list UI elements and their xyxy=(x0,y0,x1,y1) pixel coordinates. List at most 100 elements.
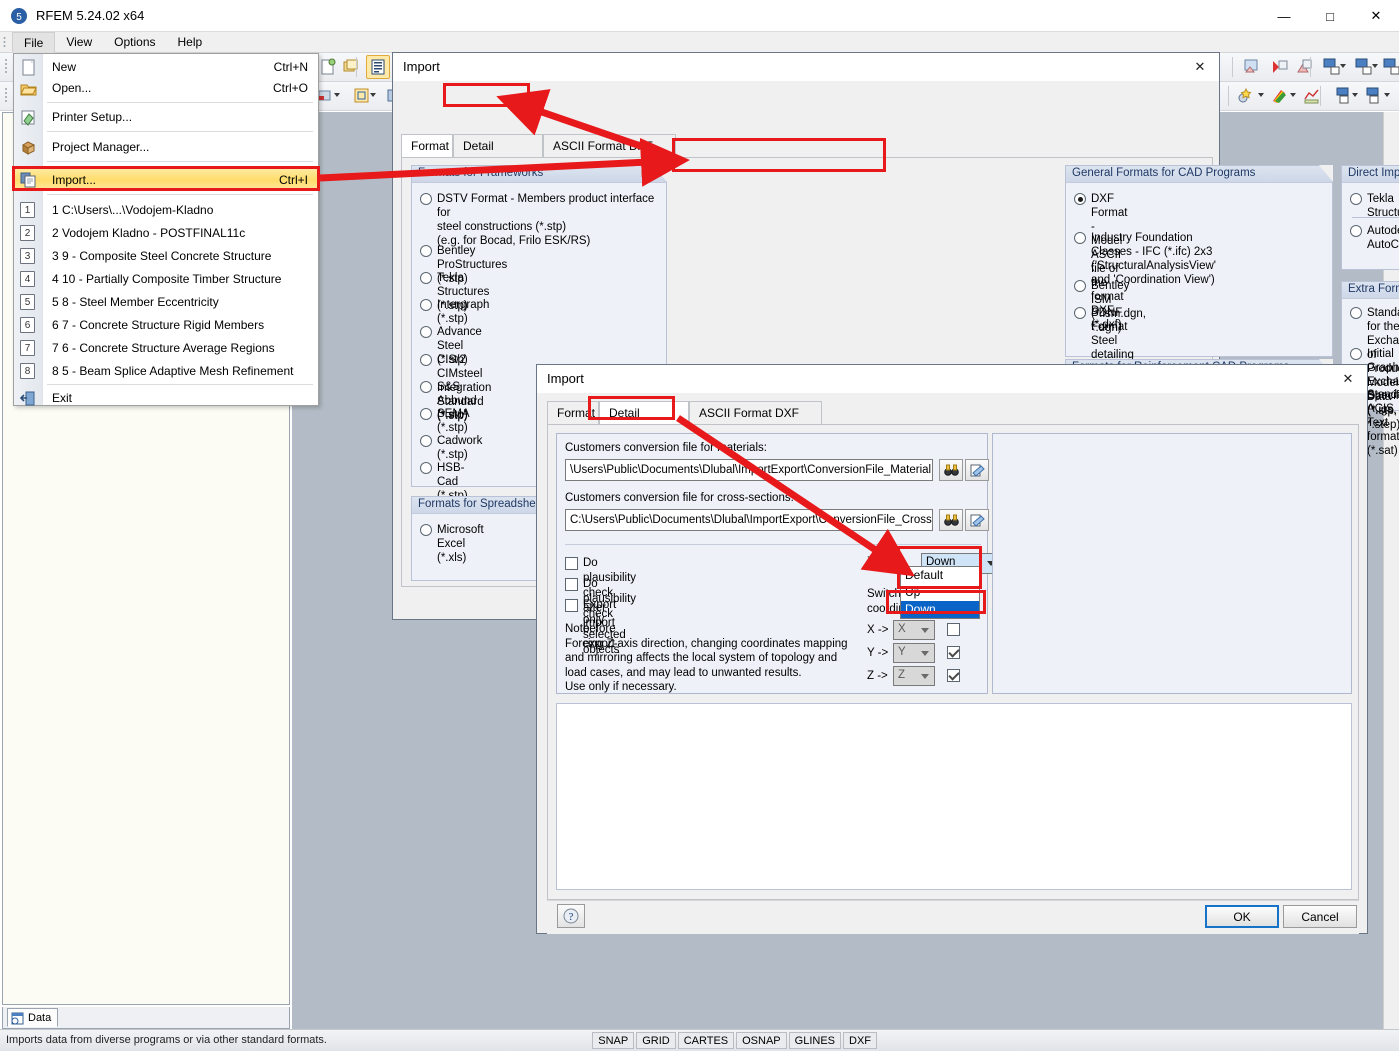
recent-file-2[interactable]: 2 2 Vodojem Kladno - POSTFINAL11c xyxy=(14,223,320,243)
status-cell-grid[interactable]: GRID xyxy=(636,1032,676,1049)
detail-tab-ascii-format-dxf[interactable]: ASCII Format DXF (*.dxf) xyxy=(689,401,822,443)
note-line-3: load cases, and may lead to unwanted res… xyxy=(565,666,802,679)
toolbar-results-pink-icon[interactable] xyxy=(1292,55,1316,79)
toolbar-view-panel-3-icon[interactable] xyxy=(1380,55,1399,79)
maximize-button[interactable]: □ xyxy=(1307,0,1353,32)
map-z-combobox[interactable]: Z xyxy=(893,666,935,686)
file-menu-popup: New Ctrl+N Open... Ctrl+O Printer Setup.… xyxy=(13,53,320,408)
cross-sections-browse-button[interactable] xyxy=(939,509,963,531)
tab-ascii-format-dxf[interactable]: ASCII Format DXF (*.dxf) xyxy=(543,134,676,176)
z-axis-option-up[interactable]: Up xyxy=(901,584,979,601)
radio-mark xyxy=(420,299,432,311)
recent-file-4[interactable]: 4 4 10 - Partially Composite Timber Stru… xyxy=(14,269,320,289)
toolbar-deformation-icon[interactable] xyxy=(1240,55,1264,79)
detail-tab-format[interactable]: Format xyxy=(547,401,599,425)
window-titlebar: 5 RFEM 5.24.02 x64 — □ ✕ xyxy=(0,0,1399,32)
cancel-button[interactable]: Cancel xyxy=(1283,905,1357,928)
detail-lower-panel xyxy=(556,703,1352,890)
checkbox-mark xyxy=(947,623,960,636)
map-y-combobox[interactable]: Y xyxy=(893,643,935,663)
left-panel-tab-label: Data xyxy=(28,1012,52,1024)
minimize-button[interactable]: — xyxy=(1261,0,1307,32)
map-x-value: X xyxy=(898,623,906,635)
radio-mark xyxy=(420,408,432,420)
z-axis-option-default[interactable]: Default xyxy=(901,567,979,584)
import-dialog-close-icon[interactable]: ✕ xyxy=(1185,56,1215,78)
recent-file-1[interactable]: 1 1 C:\Users\...\Vodojem-Kladno xyxy=(14,200,320,220)
detail-dialog-title: Import xyxy=(547,371,584,386)
tab-format[interactable]: Format xyxy=(401,134,453,158)
left-panel-tab-data[interactable]: Data xyxy=(7,1008,59,1027)
recent-file-3[interactable]: 3 3 9 - Composite Steel Concrete Structu… xyxy=(14,246,320,266)
import-dialog-detail-settings: Import ✕ Format Detail Settings ASCII Fo… xyxy=(536,364,1368,934)
cross-sections-conversion-input[interactable]: C:\Users\Public\Documents\Dlubal\ImportE… xyxy=(565,509,933,531)
map-x-combobox[interactable]: X xyxy=(893,620,935,640)
status-cell-snap[interactable]: SNAP xyxy=(592,1032,635,1049)
recent-file-number: 2 xyxy=(20,225,35,241)
materials-browse-button[interactable] xyxy=(939,459,963,481)
toolbar-settings-star-icon[interactable] xyxy=(1234,84,1258,108)
note-block: Note: Forcing Z-axis direction, changing… xyxy=(565,622,865,695)
menu-item-label: New xyxy=(52,60,77,74)
menu-item-label: Printer Setup... xyxy=(52,110,133,124)
menu-item-import[interactable]: Import... Ctrl+I xyxy=(14,169,320,191)
status-cell-glines[interactable]: GLINES xyxy=(788,1032,841,1049)
radio-label: Microsoft Excel (*.xls) xyxy=(437,524,484,564)
status-cell-osnap[interactable]: OSNAP xyxy=(736,1032,787,1049)
tab-detail-settings[interactable]: Detail Settings xyxy=(453,134,543,176)
toolbar-color-legend-icon[interactable] xyxy=(1268,84,1292,108)
menu-item-open[interactable]: Open... Ctrl+O xyxy=(14,78,320,98)
radio-mark xyxy=(420,462,432,474)
detail-divider xyxy=(565,544,981,545)
toolbar-copy-window-icon[interactable] xyxy=(338,55,362,79)
radio-mark xyxy=(420,272,432,284)
status-cell-cartes[interactable]: CARTES xyxy=(677,1032,735,1049)
toolbar-gripper[interactable] xyxy=(4,57,9,77)
radio-label-line1: DSTV Format - Members product interface … xyxy=(437,193,655,219)
close-button[interactable]: ✕ xyxy=(1353,0,1399,32)
status-cell-dxf[interactable]: DXF xyxy=(843,1032,877,1049)
menu-item-label: Import... xyxy=(52,173,97,187)
svg-text:5: 5 xyxy=(16,12,22,23)
recent-file-5[interactable]: 5 5 8 - Steel Member Eccentricity xyxy=(14,292,320,312)
menu-separator xyxy=(47,131,313,132)
recent-file-8[interactable]: 8 8 5 - Beam Splice Adaptive Mesh Refine… xyxy=(14,361,320,381)
note-line-4: Use only if necessary. xyxy=(565,681,677,693)
chevron-down-icon xyxy=(921,651,929,656)
z-axis-option-down[interactable]: Down xyxy=(901,601,979,618)
ok-button[interactable]: OK xyxy=(1205,905,1279,928)
recent-file-7[interactable]: 7 7 6 - Concrete Structure Average Regio… xyxy=(14,338,320,358)
menu-view[interactable]: View xyxy=(55,32,103,53)
recent-file-6[interactable]: 6 6 7 - Concrete Structure Rigid Members xyxy=(14,315,320,335)
recent-file-label: 7 6 - Concrete Structure Average Regions xyxy=(52,341,275,355)
recent-file-label: 2 Vodojem Kladno - POSTFINAL11c xyxy=(52,226,246,240)
menu-item-new[interactable]: New Ctrl+N xyxy=(14,57,320,77)
menu-item-printer-setup[interactable]: Printer Setup... xyxy=(14,107,320,127)
detail-tab-detail-settings[interactable]: Detail Settings xyxy=(599,401,689,443)
materials-conversion-input[interactable]: \Users\Public\Documents\Dlubal\ImportExp… xyxy=(565,459,933,481)
radio-label: Autodesk AutoCAD xyxy=(1367,225,1399,251)
recent-file-number: 4 xyxy=(20,271,35,287)
menu-item-exit[interactable]: Exit xyxy=(14,388,320,408)
recent-file-label: 8 5 - Beam Splice Adaptive Mesh Refineme… xyxy=(52,364,294,378)
menu-options[interactable]: Options xyxy=(103,32,166,53)
radio-mark xyxy=(420,193,432,205)
z-axis-dropdown-list[interactable]: Default Up Down xyxy=(900,566,980,619)
menu-item-label: Exit xyxy=(52,391,73,405)
checkbox-mark xyxy=(947,669,960,682)
toolbar-gripper-2[interactable] xyxy=(4,86,9,106)
detail-dialog-help-button[interactable]: ? xyxy=(557,904,585,928)
menu-file[interactable]: File xyxy=(12,32,56,53)
toolbar-printout-report-icon[interactable] xyxy=(366,55,390,79)
toolbar-results-red-icon[interactable] xyxy=(1268,55,1292,79)
menu-help[interactable]: Help xyxy=(167,32,214,53)
toolbar-window-split-2-icon[interactable] xyxy=(1362,84,1386,108)
materials-edit-button[interactable] xyxy=(965,459,989,481)
cross-sections-edit-button[interactable] xyxy=(965,509,989,531)
menu-item-project-manager[interactable]: Project Manager... xyxy=(14,137,320,157)
radio-mark xyxy=(1074,280,1086,292)
group-title-extra-formats: Extra Formats (Interface RF-LINK) xyxy=(1348,283,1399,295)
detail-dialog-close-icon[interactable]: ✕ xyxy=(1333,368,1363,390)
note-line-1: Forcing Z-axis direction, changing coord… xyxy=(565,637,848,650)
detail-dialog-titlebar: Import ✕ xyxy=(537,365,1367,393)
